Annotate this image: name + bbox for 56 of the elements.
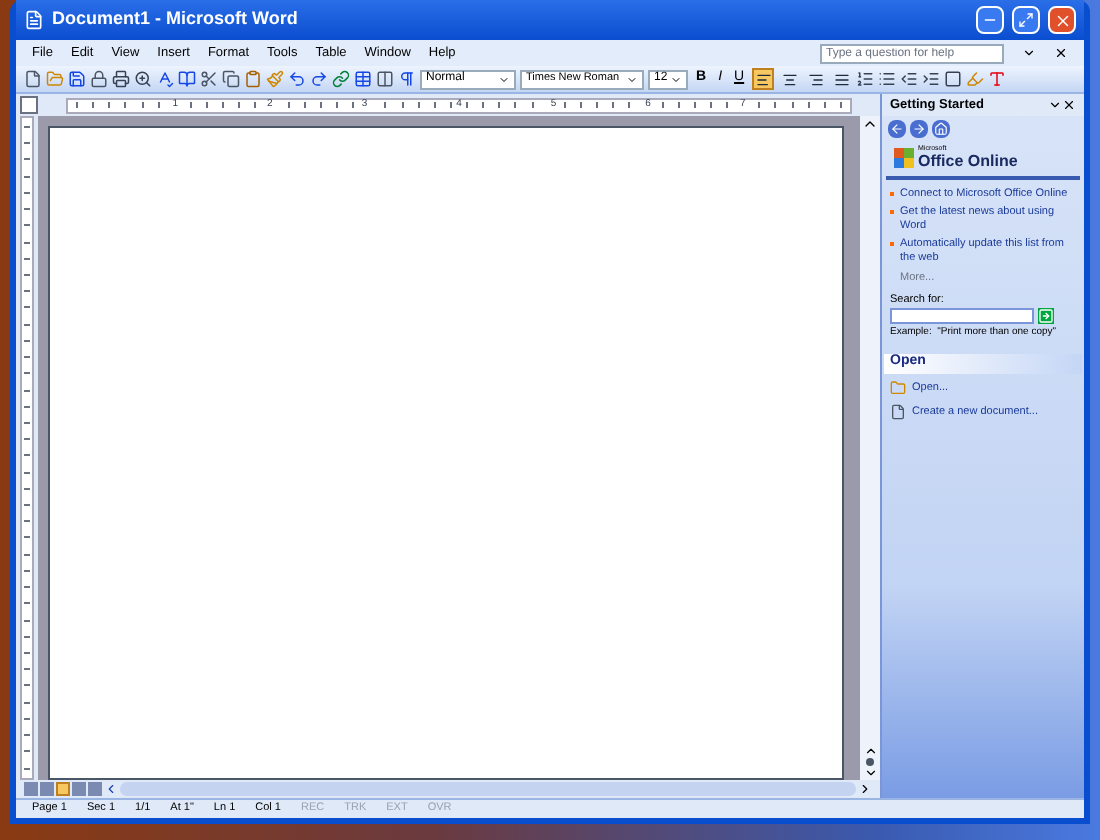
caret-icon[interactable] xyxy=(670,73,682,85)
font-color-icon[interactable] xyxy=(988,70,1007,88)
redo-icon[interactable] xyxy=(310,70,328,88)
close-icon[interactable] xyxy=(1054,46,1068,60)
maximize-icon xyxy=(1018,12,1034,28)
paste-icon[interactable] xyxy=(244,70,262,88)
scroll-up-icon[interactable] xyxy=(862,116,878,132)
maximize-button[interactable] xyxy=(1012,6,1040,34)
go-icon[interactable] xyxy=(1038,308,1054,324)
scroll-left-icon[interactable] xyxy=(104,782,118,796)
copy-icon[interactable] xyxy=(222,70,240,88)
forward-icon[interactable] xyxy=(910,120,928,138)
spelling-icon[interactable] xyxy=(156,70,174,88)
numbered-list-icon[interactable] xyxy=(856,70,875,88)
hyperlink-icon[interactable] xyxy=(332,70,350,88)
new-document-icon[interactable] xyxy=(24,70,42,88)
home-icon[interactable] xyxy=(932,120,950,138)
close-button[interactable] xyxy=(1048,6,1076,34)
table-icon[interactable] xyxy=(354,70,372,88)
folder-icon xyxy=(890,379,906,396)
bullet-list-icon[interactable] xyxy=(878,70,897,88)
format-painter-icon[interactable] xyxy=(266,70,284,88)
close-icon xyxy=(1053,11,1071,29)
research-icon[interactable] xyxy=(178,70,196,88)
back-icon[interactable] xyxy=(888,120,906,138)
next-page-icon[interactable] xyxy=(863,766,877,780)
dropdown-icon[interactable] xyxy=(1048,98,1062,112)
cut-icon[interactable] xyxy=(200,70,218,88)
minimize-button[interactable] xyxy=(976,6,1004,34)
browse-object-icon[interactable] xyxy=(866,758,874,766)
print-preview-icon[interactable] xyxy=(134,70,152,88)
tab-selector[interactable] xyxy=(20,96,38,114)
align-left-button[interactable] xyxy=(752,68,775,90)
scroll-right-icon[interactable] xyxy=(858,782,872,796)
word-icon xyxy=(24,10,44,30)
styles-icon[interactable] xyxy=(398,70,416,88)
caret-icon[interactable] xyxy=(626,73,638,85)
increase-indent-icon[interactable] xyxy=(922,70,941,88)
horizontal-scrollbar[interactable] xyxy=(120,782,856,796)
dropdown-icon[interactable] xyxy=(1022,46,1036,60)
permission-icon[interactable] xyxy=(90,70,108,88)
vertical-scrollbar[interactable] xyxy=(860,116,880,780)
decrease-indent-icon[interactable] xyxy=(900,70,919,88)
columns-icon[interactable] xyxy=(376,70,394,88)
document-icon xyxy=(890,403,906,420)
print-icon[interactable] xyxy=(112,70,130,88)
border-icon[interactable] xyxy=(944,70,963,88)
close-icon[interactable] xyxy=(1062,98,1076,112)
caret-icon[interactable] xyxy=(498,73,510,85)
search-field[interactable] xyxy=(890,308,1034,324)
office-logo-icon xyxy=(894,147,914,168)
save-icon[interactable] xyxy=(68,70,86,88)
logo-text: Office Online xyxy=(918,153,1018,169)
undo-icon[interactable] xyxy=(288,70,306,88)
window-title: Document1 - Microsoft Word xyxy=(52,6,300,33)
previous-page-icon[interactable] xyxy=(863,744,877,758)
